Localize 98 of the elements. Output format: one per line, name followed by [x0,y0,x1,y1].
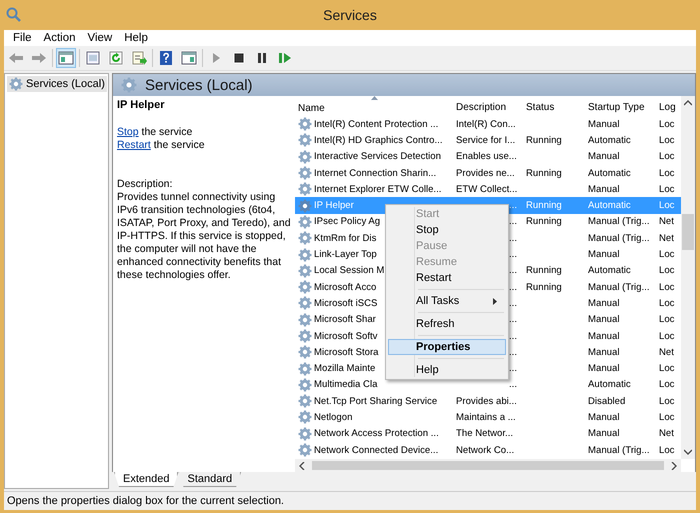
table-cell: Network Access Protection ... [314,428,439,440]
table-cell: Loc [659,444,674,456]
table-cell: Manual [588,298,620,309]
table-cell: Manual (Trig... [588,216,650,228]
table-cell: Net [659,216,674,228]
table-cell: Intel(R) HD Graphics Contro... [314,134,442,146]
table-cell: Internet Connection Sharin... [314,168,436,179]
table-cell: ... [509,330,517,342]
table-cell: Manual [588,346,620,358]
table-cell: KtmRm for Dis [314,232,376,244]
table-cell: Manual [588,330,620,342]
table-cell: Manual [588,428,620,440]
table-cell: Mozilla Mainte [314,363,376,374]
table-cell: Netlogon [314,412,352,423]
table-cell: Network Co... [456,444,514,456]
table-cell: Loc [659,412,674,423]
status-text: Opens the properties dialog box for the current selection. [7,495,284,507]
table-cell: Loc [659,314,674,326]
table-cell: Internet Explorer ETW Colle... [314,184,442,195]
table-cell: Manual [588,118,620,130]
description-label: Description: [117,178,174,191]
table-cell: Maintains a ... [456,412,516,423]
table-cell: Automatic [588,379,631,390]
table-cell: Loc [659,134,674,146]
table-cell: Manual [588,151,620,162]
table-cell: Intel(R) Content Protection ... [314,118,438,130]
table-cell: Disabled [588,396,626,407]
table-cell: ... [509,363,517,374]
table-cell: Local Session M [314,265,384,276]
table-cell: Microsoft Softv [314,330,378,342]
table-cell: Automatic [588,134,631,146]
table-cell: Running [526,134,562,146]
table-cell: The Networ... [456,428,514,440]
table-cell: Running [526,168,562,179]
table-cell: Loc [659,200,674,212]
table-cell: Loc [659,265,674,276]
table-cell: ... [509,379,517,390]
table-cell: Manual [588,314,620,326]
table-cell: Loc [659,379,674,390]
table-cell: Microsoft iSCS [314,298,378,309]
table-cell: Running [526,216,562,228]
table-cell: Manual [588,184,620,195]
table-cell: Loc [659,184,674,195]
table-cell: Loc [659,168,674,179]
table-cell: Automatic [588,200,631,212]
table-cell: Microsoft Stora [314,346,379,358]
table-cell: Automatic [588,168,631,179]
table-cell: ... [509,216,517,228]
table-cell: ... [509,282,517,293]
table-cell: IPsec Policy Ag [314,216,380,228]
table-cell: Manual [588,363,620,374]
table-cell: ETW Collect... [456,184,518,195]
table-cell: Provides abi... [456,396,517,407]
table-cell: ... [509,249,517,260]
table-cell: Loc [659,363,674,374]
table-cell: Loc [659,249,674,260]
table-cell: Provides ne... [456,168,515,179]
table-cell: Net [659,232,674,244]
table-cell: ... [509,200,517,212]
table-cell: Automatic [588,265,631,276]
table-cell: Manual (Trig... [588,232,650,244]
panel-title: Services (Local) [145,76,253,94]
action-text: Restart the service [117,139,206,152]
table-cell: ... [509,346,517,358]
table-cell: Network Connected Device... [314,444,438,456]
table-cell: Net [659,428,674,440]
service-title: IP Helper [117,99,166,112]
table-cell: ... [509,232,517,244]
table-cell: Manual [588,412,620,423]
table-cell: Net.Tcp Port Sharing Service [314,396,438,407]
table-cell: ... [509,298,517,309]
table-cell: Microsoft Acco [314,282,376,293]
table-cell: ... [509,314,517,326]
table-cell: Loc [659,118,674,130]
table-cell: Loc [659,396,674,407]
table-cell: Loc [659,298,674,309]
table-cell: Loc [659,330,674,342]
table-cell: Running [526,200,562,212]
table-cell: Loc [659,151,674,162]
table-cell: Loc [659,282,674,293]
table-cell: Interactive Services Detection [314,151,441,162]
table-cell: IP Helper [314,200,354,212]
table-cell: Service for I... [456,134,516,146]
table-cell: Multimedia Cla [314,379,378,390]
action-text: Stop the service [117,126,194,139]
table-cell: Link-Layer Top [314,249,377,260]
table-cell: Running [526,282,562,293]
table-cell: Manual (Trig... [588,282,650,293]
table-cell: Enables use... [456,151,517,162]
description-text: Provides tunnel connectivity using IPv6 transition technologies (6to4, ISATAP, Port Proxy, and Teredo), and IP-HTTPS. If this service is stopped, the computer will not have the enhanced connectivity benefits that these technologies offer. [117,191,291,282]
table-cell: Net [659,346,674,358]
table-cell: Microsoft Shar [314,314,376,326]
window-title: Services [323,7,377,23]
table-cell: ... [509,265,517,276]
table-cell: Running [526,265,562,276]
table-cell: Manual (Trig... [588,444,650,456]
table-cell: Manual [588,249,620,260]
table-cell: Intel(R) Con... [456,118,516,130]
